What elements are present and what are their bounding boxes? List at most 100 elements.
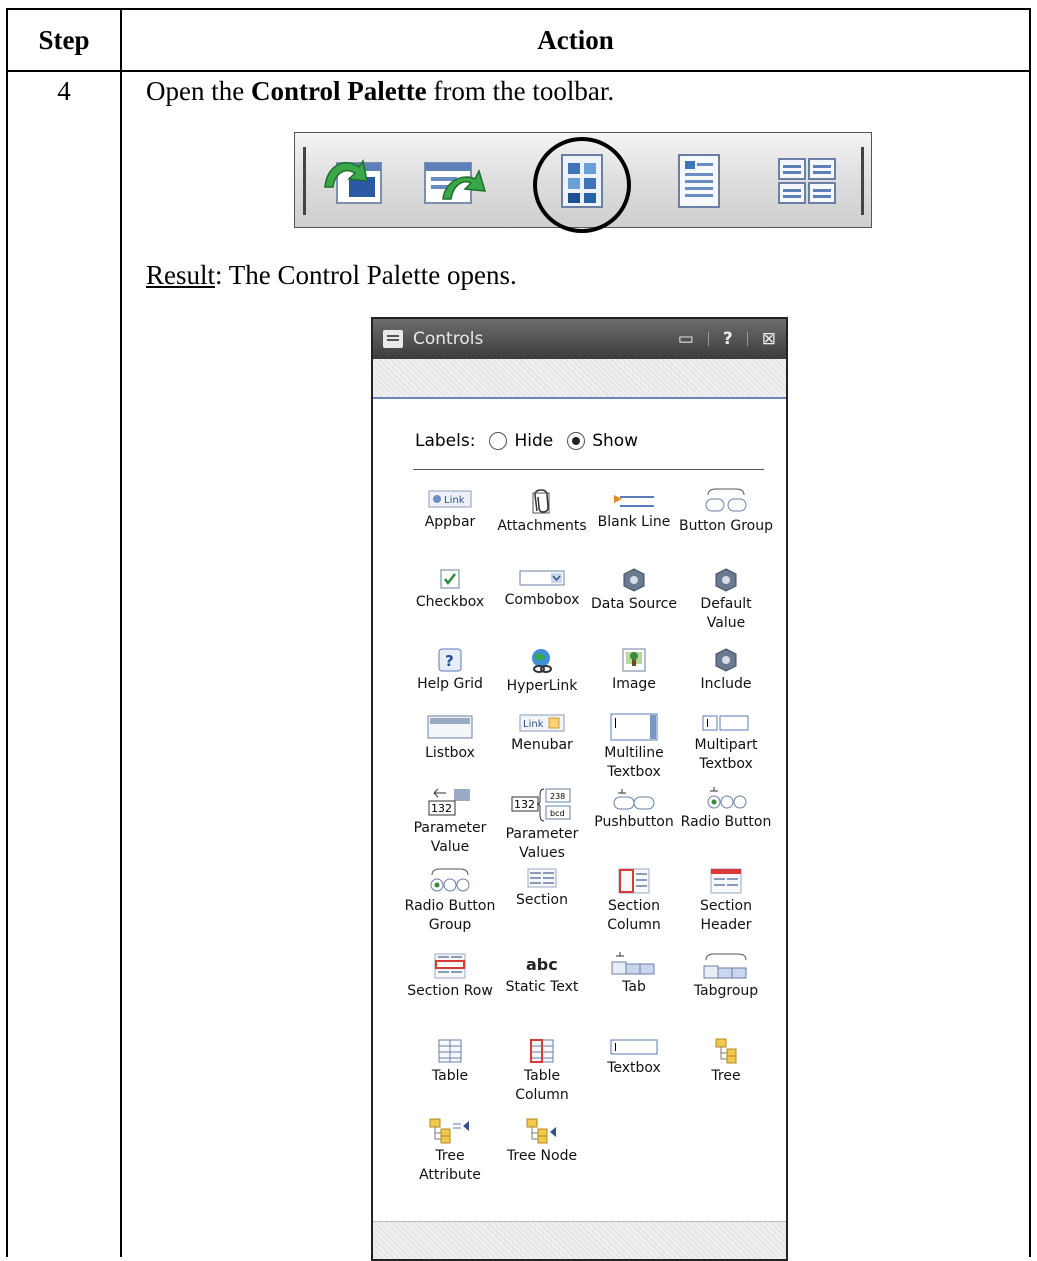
help-grid-icon: ?: [437, 647, 463, 673]
palette-window-icon: [383, 330, 403, 348]
control-static-text[interactable]: abc Static Text: [495, 952, 589, 997]
control-attachments[interactable]: Attachments: [495, 487, 589, 536]
result-body: : The Control Palette opens.: [215, 260, 517, 290]
control-label: Listbox: [425, 745, 475, 761]
table-icon: [436, 1037, 464, 1065]
control-label: Textbox: [607, 1060, 661, 1076]
help-icon[interactable]: ?: [723, 329, 733, 349]
control-button-group[interactable]: Button Group: [679, 487, 773, 536]
table-column-icon: [528, 1037, 556, 1065]
control-label: Radio Button: [680, 814, 772, 830]
properties-page-icon[interactable]: [665, 147, 733, 215]
tree-attribute-icon: [427, 1117, 473, 1145]
control-tab[interactable]: Tab: [587, 952, 681, 997]
control-label: Tree Attribute: [419, 1148, 481, 1183]
palette-title-bar[interactable]: Controls ▭ ? ⊠: [373, 319, 786, 359]
section-header-icon: [709, 867, 743, 895]
control-checkbox[interactable]: Checkbox: [403, 567, 497, 612]
control-radio-button-group[interactable]: Radio Button Group: [403, 867, 497, 935]
control-multiline-textbox[interactable]: Multiline Textbox: [587, 712, 681, 782]
export-arrow-icon[interactable]: [421, 147, 489, 215]
control-parameter-value[interactable]: 132 Parameter Value: [403, 787, 497, 857]
control-label: Tabgroup: [693, 983, 759, 999]
control-listbox[interactable]: Listbox: [403, 712, 497, 763]
toolbar-separator: [303, 147, 306, 215]
control-section-column[interactable]: Section Column: [587, 867, 681, 935]
import-arrow-icon[interactable]: [319, 147, 387, 215]
control-parameter-values[interactable]: 132 238 bcd Parameter Values: [495, 787, 589, 863]
control-section-header[interactable]: Section Header: [679, 867, 773, 935]
control-label: Table Column: [515, 1068, 569, 1103]
section-row-icon: [433, 952, 467, 980]
combobox-icon: [519, 567, 565, 589]
control-default-value[interactable]: Default Value: [679, 567, 773, 633]
image-icon: [621, 647, 647, 673]
column-divider: [120, 10, 122, 1257]
close-icon[interactable]: ⊠: [762, 329, 776, 349]
procedure-table: Step Action 4 Open the Control Palette f…: [6, 8, 1031, 1261]
highlight-circle: [533, 137, 631, 233]
control-tree[interactable]: Tree: [679, 1037, 773, 1086]
control-label: Section Row: [407, 983, 493, 999]
control-pushbutton[interactable]: Pushbutton: [587, 787, 681, 832]
control-tree-node[interactable]: Tree Node: [495, 1117, 589, 1166]
layout-grid-icon[interactable]: [773, 147, 841, 215]
toolbar-separator: [861, 147, 864, 215]
control-label: Section: [515, 892, 568, 908]
svg-text:?: ?: [445, 652, 454, 670]
control-section-row[interactable]: Section Row: [403, 952, 497, 1001]
svg-text:bcd: bcd: [550, 809, 565, 818]
instruction-pre: Open the: [146, 76, 251, 106]
instruction-post: from the toolbar.: [426, 76, 615, 106]
title-separator: [746, 332, 748, 346]
control-multipart-textbox[interactable]: Multipart Textbox: [679, 712, 773, 774]
section-icon: [526, 867, 558, 889]
section-column-icon: [617, 867, 651, 895]
control-label: Parameter Value: [413, 820, 487, 855]
control-data-source[interactable]: Data Source: [587, 567, 681, 614]
control-label: Tab: [622, 979, 646, 995]
control-menubar[interactable]: Link Menubar: [495, 712, 589, 755]
hide-radio[interactable]: [489, 432, 508, 450]
control-hyperlink[interactable]: HyperLink: [495, 647, 589, 696]
control-table[interactable]: Table: [403, 1037, 497, 1086]
control-label: Blank Line: [597, 514, 671, 530]
instruction-bold: Control Palette: [250, 76, 427, 106]
step-number: 4: [57, 76, 71, 106]
control-label: Multiline Textbox: [604, 745, 664, 780]
control-help-grid[interactable]: ? Help Grid: [403, 647, 497, 694]
checkbox-icon: [438, 567, 462, 591]
show-label[interactable]: Show: [592, 431, 638, 451]
control-combobox[interactable]: Combobox: [495, 567, 589, 610]
hide-label[interactable]: Hide: [514, 431, 553, 451]
radio-button-icon: [704, 787, 748, 811]
control-label: Checkbox: [415, 594, 485, 610]
parameter-values-icon: 132 238 bcd: [510, 787, 574, 823]
control-tabgroup[interactable]: Tabgroup: [679, 952, 773, 1001]
control-textbox[interactable]: Textbox: [587, 1037, 681, 1078]
header-divider: [8, 70, 1029, 72]
attachments-icon: [527, 487, 557, 515]
control-tree-attribute[interactable]: Tree Attribute: [403, 1117, 497, 1185]
tab-icon: [610, 952, 658, 976]
tree-icon: [713, 1037, 739, 1065]
control-include[interactable]: Include: [679, 647, 773, 694]
control-label: Image: [612, 676, 656, 692]
control-label: HyperLink: [506, 678, 578, 694]
toolbar-screenshot: [294, 132, 872, 233]
show-radio[interactable]: [567, 432, 586, 450]
control-section[interactable]: Section: [495, 867, 589, 910]
control-table-column[interactable]: Table Column: [495, 1037, 589, 1105]
multiline-textbox-icon: [610, 712, 658, 742]
svg-text:238: 238: [550, 792, 565, 801]
control-image[interactable]: Image: [587, 647, 681, 694]
control-label: Menubar: [511, 737, 573, 753]
control-label: Combobox: [504, 592, 580, 608]
control-appbar[interactable]: Link Appbar: [403, 487, 497, 532]
control-blank-line[interactable]: Blank Line: [587, 487, 681, 532]
svg-text:Link: Link: [523, 719, 544, 730]
labels-prefix: Labels:: [415, 431, 476, 451]
dock-icon[interactable]: ▭: [678, 329, 694, 349]
control-label: Data Source: [591, 596, 677, 612]
control-radio-button[interactable]: Radio Button: [679, 787, 773, 832]
